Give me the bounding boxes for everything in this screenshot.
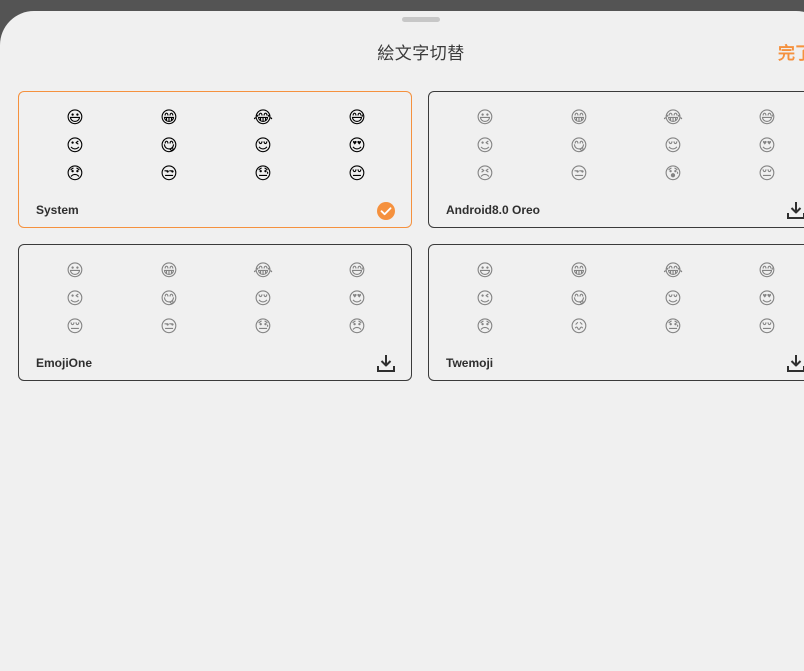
emoji-preview-icon: 😋 — [570, 288, 588, 309]
emoji-preview-icon: 😃 — [476, 107, 494, 128]
emoji-set-card-emojione[interactable]: 😃 😁 😂 😅 😉 😋 😌 😍 😔 😒 😓 😞 EmojiOne — [18, 244, 412, 381]
emoji-set-name: System — [36, 203, 79, 217]
download-icon[interactable] — [786, 353, 804, 373]
emoji-preview-icon: 😒 — [160, 163, 178, 184]
emoji-preview-icon: 😂 — [663, 260, 683, 281]
emoji-preview-icon: 😞 — [348, 316, 366, 337]
emoji-preview-icon: 😂 — [663, 107, 683, 128]
emoji-preview-icon: 😌 — [664, 135, 682, 156]
emoji-preview-icon: 😰 — [664, 163, 682, 184]
emoji-preview-icon: 😒 — [160, 316, 178, 337]
emoji-preview-icon: 😉 — [476, 135, 494, 156]
emoji-preview-icon: 😍 — [758, 135, 776, 156]
emoji-set-name: Twemoji — [446, 356, 494, 370]
emoji-preview-icon: 😍 — [348, 135, 366, 156]
emoji-preview-icon: 😍 — [758, 288, 776, 309]
emoji-preview-icon: 😓 — [664, 316, 682, 337]
emoji-set-card-android-oreo[interactable]: 😃 😁 😂 😅 😉 😋 😌 😍 😣 😒 😰 😔 Android8.0 Oreo — [428, 91, 804, 228]
emoji-preview-icon: 😂 — [253, 107, 273, 128]
emoji-preview-icon: 😔 — [348, 163, 366, 184]
emoji-set-name: Android8.0 Oreo — [446, 203, 541, 217]
emoji-preview-icon: 😣 — [476, 163, 494, 184]
emoji-preview-icon: 😌 — [254, 288, 272, 309]
emoji-preview-icon: 😂 — [253, 260, 273, 281]
emoji-preview-icon: 😅 — [758, 260, 776, 281]
emoji-preview-icon: 😔 — [758, 163, 776, 184]
emoji-preview-icon: 😁 — [570, 260, 588, 281]
emoji-preview-icon: 😌 — [254, 135, 272, 156]
done-button[interactable]: 完了 — [778, 39, 804, 64]
emoji-preview-icon: 😒 — [570, 163, 588, 184]
page-title: 絵文字切替 — [377, 44, 465, 64]
emoji-preview-icon: 😍 — [348, 288, 366, 309]
emoji-preview-icon: 😋 — [160, 135, 178, 156]
emoji-preview-icon: 😉 — [66, 135, 84, 156]
emoji-preview-icon: 😉 — [66, 288, 84, 309]
emoji-preview-icon: 😁 — [570, 107, 588, 128]
download-icon[interactable] — [786, 200, 804, 220]
emoji-preview-icon: 😉 — [476, 288, 494, 309]
emoji-preview-icon: 😔 — [758, 316, 776, 337]
emoji-preview-icon: 😅 — [758, 107, 776, 128]
emoji-preview-grid: 😃 😁 😂 😅 😉 😋 😌 😍 😞 😒 😓 😔 — [28, 104, 404, 188]
emoji-preview-grid: 😃 😁 😂 😅 😉 😋 😌 😍 😣 😒 😰 😔 — [438, 104, 804, 188]
emoji-set-card-twemoji[interactable]: 😃 😁 😂 😅 😉 😋 😌 😍 😞 😖 😓 😔 Twemoji — [428, 244, 804, 381]
emoji-preview-icon: 😓 — [254, 316, 272, 337]
emoji-preview-icon: 😃 — [476, 260, 494, 281]
emoji-preview-grid: 😃 😁 😂 😅 😉 😋 😌 😍 😞 😖 😓 😔 — [438, 257, 804, 341]
emoji-preview-icon: 😖 — [570, 316, 588, 337]
emoji-preview-grid: 😃 😁 😂 😅 😉 😋 😌 😍 😔 😒 😓 😞 — [28, 257, 404, 341]
emoji-preview-icon: 😞 — [476, 316, 494, 337]
emoji-preview-icon: 😞 — [66, 163, 84, 184]
download-icon[interactable] — [376, 353, 396, 373]
emoji-preview-icon: 😔 — [66, 316, 84, 337]
emoji-set-card-system[interactable]: 😃 😁 😂 😅 😉 😋 😌 😍 😞 😒 😓 😔 System — [18, 91, 412, 228]
check-circle-icon — [377, 202, 395, 220]
emoji-preview-icon: 😃 — [66, 260, 84, 281]
emoji-preview-icon: 😃 — [66, 107, 84, 128]
emoji-preview-icon: 😅 — [348, 260, 366, 281]
emoji-preview-icon: 😋 — [160, 288, 178, 309]
emoji-preview-icon: 😁 — [160, 107, 178, 128]
drag-handle[interactable] — [402, 17, 440, 22]
emoji-preview-icon: 😁 — [160, 260, 178, 281]
emoji-preview-icon: 😓 — [254, 163, 272, 184]
emoji-preview-icon: 😅 — [348, 107, 366, 128]
emoji-preview-icon: 😋 — [570, 135, 588, 156]
emoji-preview-icon: 😌 — [664, 288, 682, 309]
emoji-set-name: EmojiOne — [36, 356, 93, 370]
